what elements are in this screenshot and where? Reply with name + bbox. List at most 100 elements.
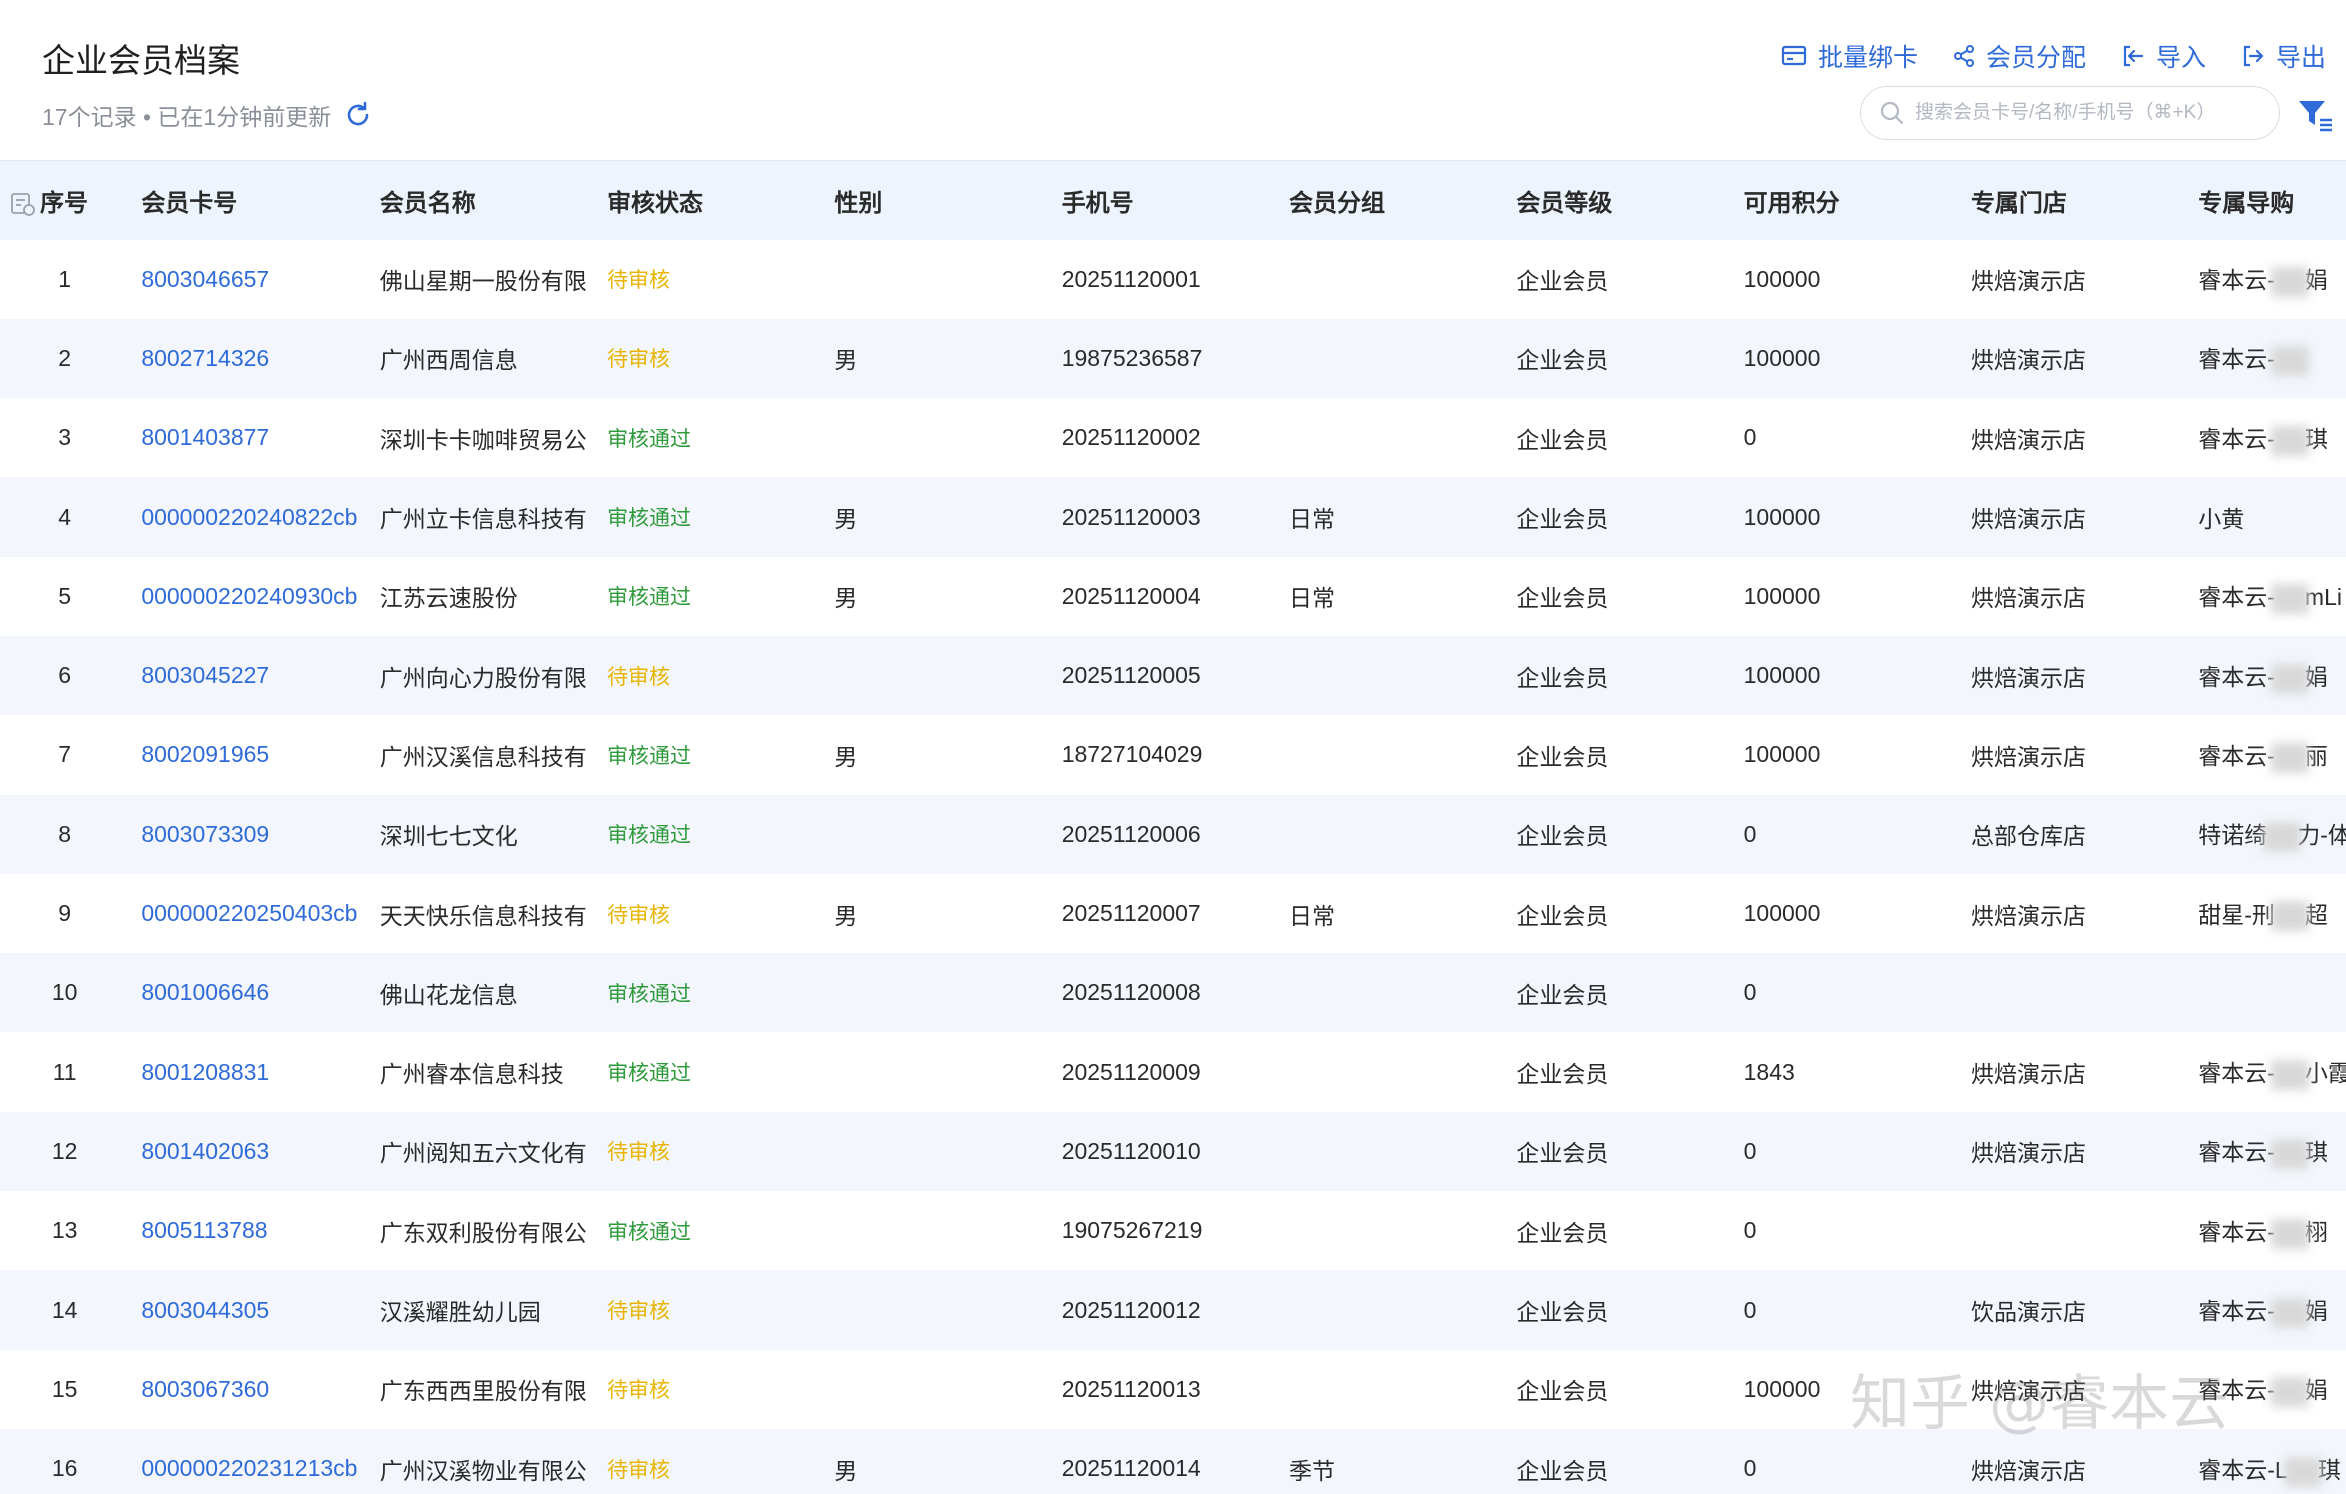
- table-row[interactable]: 15 8003067360 广东西西里股份有限 待审核 20251120013 企业会员 1…: [0, 1350, 2346, 1429]
- cell-index: 13: [0, 1191, 129, 1270]
- cell-points-text: 0: [1743, 1296, 1757, 1323]
- cell-phone-text: 20251120007: [1061, 900, 1201, 927]
- cell-member-level: 企业会员: [1504, 874, 1731, 953]
- column-header-store[interactable]: 专属门店: [1959, 161, 2186, 240]
- cell-index-text: 6: [58, 662, 72, 689]
- redacted-mask: [2270, 346, 2309, 377]
- redacted-mask: [2270, 1060, 2309, 1091]
- refresh-icon[interactable]: [343, 100, 373, 130]
- column-header-card[interactable]: 会员卡号: [129, 161, 367, 240]
- table-row[interactable]: 7 8002091965 广州汉溪信息科技有 审核通过 男 18727104029 企业会员…: [0, 715, 2346, 794]
- cell-points-text: 0: [1743, 1217, 1757, 1244]
- cell-index: 9: [0, 874, 129, 953]
- cell-points-text: 0: [1743, 820, 1757, 847]
- column-header-name[interactable]: 会员名称: [368, 161, 595, 240]
- column-settings-icon[interactable]: [10, 191, 36, 217]
- import-button[interactable]: 导入: [2120, 38, 2206, 74]
- card-number-link[interactable]: 8002714326: [141, 345, 269, 371]
- card-number-link[interactable]: 8001006646: [141, 979, 269, 1005]
- card-number-link[interactable]: 000000220240930cb: [141, 583, 357, 609]
- cell-store-text: 烘焙演示店: [1970, 585, 2086, 612]
- guide-name-prefix: 睿本云-L: [2198, 1456, 2288, 1483]
- cell-phone-text: 18727104029: [1061, 741, 1203, 768]
- cell-review-status: 待审核: [595, 1270, 822, 1349]
- card-number-link[interactable]: 8002091965: [141, 741, 269, 767]
- card-number-link[interactable]: 8003044305: [141, 1297, 269, 1323]
- export-button[interactable]: 导出: [2240, 38, 2326, 74]
- cell-member-level: 企业会员: [1504, 1191, 1731, 1270]
- column-header-guide[interactable]: 专属导购: [2186, 161, 2346, 240]
- card-number-link[interactable]: 8005113788: [141, 1217, 267, 1243]
- card-number-link[interactable]: 8001208831: [141, 1059, 269, 1085]
- card-number-link[interactable]: 8001402063: [141, 1138, 269, 1164]
- table-row[interactable]: 3 8001403877 深圳卡卡咖啡贸易公 审核通过 20251120002 企业会员 0…: [0, 398, 2346, 477]
- card-number-link[interactable]: 8003045227: [141, 662, 269, 688]
- table-row[interactable]: 1 8003046657 佛山星期一股份有限 待审核 20251120001 企业会员 10…: [0, 240, 2346, 319]
- column-header-group[interactable]: 会员分组: [1277, 161, 1504, 240]
- cell-store: 烘焙演示店: [1959, 319, 2186, 398]
- cell-member-group: [1277, 636, 1504, 715]
- cell-review-status: 待审核: [595, 874, 822, 953]
- table-row[interactable]: 16 000000220231213cb 广州汉溪物业有限公 待审核 男 20251120…: [0, 1428, 2346, 1494]
- column-header-gender[interactable]: 性别: [822, 161, 1049, 240]
- table-row[interactable]: 6 8003045227 广州向心力股份有限 待审核 20251120005 企业会员 10…: [0, 635, 2346, 716]
- cell-points: 0: [1732, 795, 1959, 874]
- cell-store-text: 烘焙演示店: [1970, 506, 2086, 533]
- table-row[interactable]: 13 8005113788 广东双利股份有限公 审核通过 19075267219 企业会员…: [0, 1191, 2346, 1270]
- column-header-status[interactable]: 审核状态: [595, 161, 822, 240]
- table-row[interactable]: 12 8001402063 广州阅知五六文化有 待审核 20251120010 企业会员 0…: [0, 1111, 2346, 1192]
- table-row[interactable]: 4 000000220240822cb 广州立卡信息科技有 审核通过 男 20251120…: [0, 477, 2346, 557]
- record-summary: 17个记录 • 已在1分钟前更新: [42, 98, 373, 132]
- cell-card-number: 8001208831: [129, 1032, 367, 1111]
- cell-gender-text: 男: [834, 902, 858, 929]
- cell-points: 0: [1732, 398, 1959, 477]
- card-number-link[interactable]: 000000220240822cb: [141, 504, 357, 530]
- card-number-link[interactable]: 8001403877: [141, 424, 269, 450]
- card-number-link[interactable]: 8003067360: [141, 1376, 269, 1402]
- cell-guide: 睿本云- 丽: [2186, 715, 2346, 794]
- search-input[interactable]: [1913, 101, 2277, 125]
- table-row[interactable]: 10 8001006646 佛山花龙信息 审核通过 20251120008 企业会员 0: [0, 953, 2346, 1033]
- cell-store-text: 总部仓库店: [1970, 823, 2086, 850]
- cell-member-name-text: 佛山星期一股份有限: [379, 268, 587, 295]
- cell-member-name: 广东西西里股份有限: [368, 1350, 595, 1429]
- cell-member-group: [1277, 1270, 1504, 1349]
- cell-member-name: 广州睿本信息科技: [368, 1032, 595, 1111]
- table-row[interactable]: 5 000000220240930cb 江苏云速股份 审核通过 男 20251120004…: [0, 557, 2346, 636]
- guide-name-prefix: 睿本云-: [2198, 1377, 2275, 1404]
- card-number-link[interactable]: 000000220250403cb: [141, 900, 357, 926]
- cell-points: 100000: [1732, 1350, 1959, 1429]
- cell-points: 100000: [1732, 319, 1959, 398]
- cell-store: 烘焙演示店: [1959, 874, 2186, 953]
- table-row[interactable]: 14 8003044305 汉溪耀胜幼儿园 待审核 20251120012 企业会员 0 饮品…: [0, 1270, 2346, 1350]
- assign-member-button[interactable]: 会员分配: [1952, 38, 2086, 74]
- cell-gender: [822, 1270, 1049, 1349]
- cell-guide: [2186, 953, 2346, 1032]
- cell-points: 0: [1732, 953, 1959, 1032]
- cell-index-text: 13: [51, 1217, 78, 1244]
- column-header-level[interactable]: 会员等级: [1504, 161, 1731, 240]
- column-header-points[interactable]: 可用积分: [1732, 161, 1959, 240]
- guide-name-suffix: 力-体: [2297, 822, 2346, 849]
- cell-points-text: 100000: [1743, 900, 1821, 927]
- filter-button[interactable]: [2296, 96, 2334, 134]
- card-number-link[interactable]: 000000220231213cb: [141, 1455, 357, 1481]
- cell-index: 7: [0, 715, 129, 794]
- cell-points: 100000: [1732, 874, 1959, 953]
- table-row[interactable]: 8 8003073309 深圳七七文化 审核通过 20251120006 企业会员 0 总部仓…: [0, 794, 2346, 874]
- cell-member-name-text: 江苏云速股份: [379, 585, 518, 612]
- status-badge: 待审核: [607, 665, 671, 689]
- batch-bind-button[interactable]: 批量绑卡: [1780, 38, 1918, 74]
- card-number-link[interactable]: 8003046657: [141, 266, 269, 292]
- table-row[interactable]: 2 8002714326 广州西周信息 待审核 男 19875236587 企业会员 1000…: [0, 318, 2346, 399]
- column-header-phone[interactable]: 手机号: [1050, 161, 1277, 240]
- redacted-mask: [2270, 1297, 2309, 1328]
- cell-gender: [822, 1112, 1049, 1191]
- guide-name-prefix: 睿本云-: [2198, 1218, 2275, 1245]
- table-row[interactable]: 9 000000220250403cb 天天快乐信息科技有 待审核 男 202511200…: [0, 874, 2346, 953]
- table-row[interactable]: 11 8001208831 广州睿本信息科技 审核通过 20251120009 企业会员 1…: [0, 1032, 2346, 1111]
- cell-index-text: 14: [51, 1296, 78, 1323]
- page-title: 企业会员档案: [42, 42, 240, 79]
- cell-card-number: 000000220250403cb: [129, 874, 367, 953]
- card-number-link[interactable]: 8003073309: [141, 821, 269, 847]
